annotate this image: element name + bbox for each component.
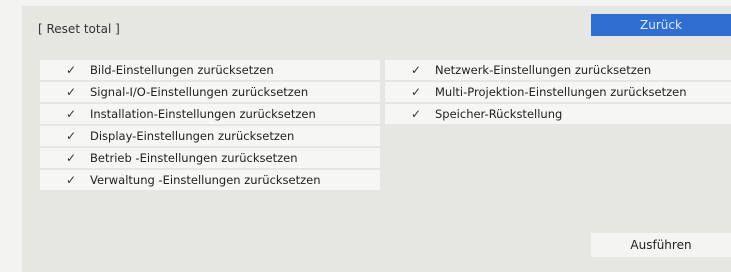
reset-option-signal-io[interactable]: ✓ Signal-I/O-Einstellungen zurücksetzen	[40, 82, 380, 102]
execute-button[interactable]: Ausführen	[591, 233, 731, 257]
reset-option-label: Multi-Projektion-Einstellungen zurückset…	[435, 85, 687, 99]
checkmark-icon: ✓	[65, 63, 77, 77]
reset-option-bild[interactable]: ✓ Bild-Einstellungen zurücksetzen	[40, 60, 380, 80]
reset-option-verwaltung[interactable]: ✓ Verwaltung -Einstellungen zurücksetzen	[40, 170, 380, 190]
checkmark-icon: ✓	[410, 107, 422, 121]
checkmark-icon: ✓	[65, 107, 77, 121]
checkmark-icon: ✓	[65, 173, 77, 187]
back-button[interactable]: Zurück	[591, 14, 731, 36]
checkmark-icon: ✓	[65, 151, 77, 165]
checkmark-icon: ✓	[65, 85, 77, 99]
reset-option-label: Verwaltung -Einstellungen zurücksetzen	[90, 173, 321, 187]
reset-option-display[interactable]: ✓ Display-Einstellungen zurücksetzen	[40, 126, 380, 146]
reset-options-left-column: ✓ Bild-Einstellungen zurücksetzen ✓ Sign…	[40, 60, 380, 190]
reset-option-label: Betrieb -Einstellungen zurücksetzen	[90, 151, 298, 165]
reset-option-multi-projektion[interactable]: ✓ Multi-Projektion-Einstellungen zurücks…	[385, 82, 731, 102]
checkmark-icon: ✓	[410, 85, 422, 99]
checkmark-icon: ✓	[410, 63, 422, 77]
reset-option-label: Signal-I/O-Einstellungen zurücksetzen	[90, 85, 309, 99]
reset-option-label: Installation-Einstellungen zurücksetzen	[90, 107, 316, 121]
reset-option-label: Bild-Einstellungen zurücksetzen	[90, 63, 274, 77]
reset-option-betrieb[interactable]: ✓ Betrieb -Einstellungen zurücksetzen	[40, 148, 380, 168]
dialog-title: [ Reset total ]	[38, 22, 120, 36]
reset-option-label: Display-Einstellungen zurücksetzen	[90, 129, 295, 143]
reset-option-netzwerk[interactable]: ✓ Netzwerk-Einstellungen zurücksetzen	[385, 60, 731, 80]
reset-total-panel: [ Reset total ] Zurück ✓ Bild-Einstellun…	[22, 6, 731, 272]
reset-option-speicher[interactable]: ✓ Speicher-Rückstellung	[385, 104, 731, 124]
reset-option-label: Netzwerk-Einstellungen zurücksetzen	[435, 63, 652, 77]
reset-options-right-column: ✓ Netzwerk-Einstellungen zurücksetzen ✓ …	[385, 60, 731, 124]
reset-option-label: Speicher-Rückstellung	[435, 107, 563, 121]
checkmark-icon: ✓	[65, 129, 77, 143]
reset-option-installation[interactable]: ✓ Installation-Einstellungen zurücksetze…	[40, 104, 380, 124]
